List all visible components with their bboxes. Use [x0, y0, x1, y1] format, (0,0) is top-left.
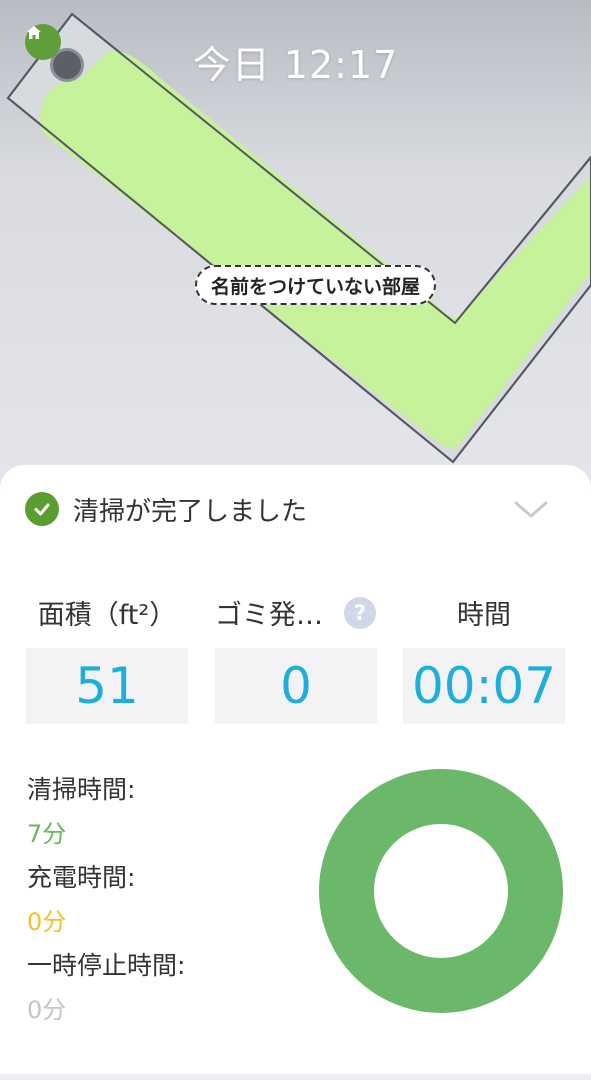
charging-time-detail: 充電時間: 0分 — [27, 858, 135, 937]
time-breakdown-donut — [319, 769, 563, 1013]
cleaning-time-detail: 清掃時間: 7分 — [27, 770, 135, 849]
status-text: 清掃が完了しました — [73, 496, 308, 527]
donut-segment — [319, 769, 563, 1013]
dirt-detect-label: ゴミ発… — [215, 600, 323, 631]
pause-time-label: 一時停止時間: — [27, 951, 186, 980]
check-circle-icon — [25, 492, 59, 526]
collapse-button[interactable] — [511, 489, 551, 529]
check-glyph — [34, 503, 50, 516]
status-row: 清掃が完了しました — [25, 489, 571, 529]
pause-time-detail: 一時停止時間: 0分 — [27, 946, 185, 1025]
area-value: 51 — [26, 648, 188, 724]
room-name-label[interactable]: 名前をつけていない部屋 — [195, 265, 437, 305]
cleaning-summary-sheet: 清掃が完了しました 面積（ft²） ゴミ発… ? 時間 51 0 00:07 清… — [0, 465, 591, 1080]
duration-value: 00:07 — [403, 648, 565, 724]
pause-time-value: 0分 — [27, 996, 67, 1024]
charging-time-label: 充電時間: — [27, 863, 136, 892]
cleaning-time-value: 7分 — [27, 820, 67, 848]
help-icon[interactable]: ? — [344, 597, 376, 629]
cleaning-map[interactable]: 今日 12:17 名前をつけていない部屋 — [0, 0, 591, 500]
cleaning-time-label: 清掃時間: — [27, 775, 136, 804]
bottom-divider — [0, 1074, 591, 1080]
duration-label: 時間 — [457, 600, 511, 631]
chevron-down-icon — [514, 501, 548, 518]
area-label: 面積（ft²） — [37, 600, 177, 631]
dirt-detect-value: 0 — [215, 648, 377, 724]
charging-time-value: 0分 — [27, 908, 67, 936]
map-time-label: 今日 12:17 — [192, 43, 399, 87]
